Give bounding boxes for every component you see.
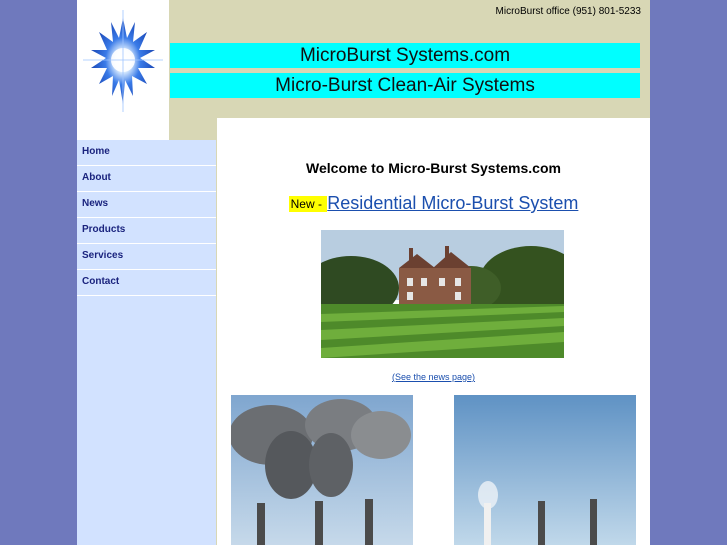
site-title-banner: MicroBurst Systems.com — [170, 43, 640, 68]
main-content: Welcome to Micro-Burst Systems.com New -… — [217, 118, 650, 545]
nav-item-services[interactable]: Services — [77, 244, 216, 270]
smokestacks-photo-left — [231, 395, 413, 545]
site-subtitle-banner: Micro-Burst Clean-Air Systems — [170, 73, 640, 98]
nav-item-home[interactable]: Home — [77, 140, 216, 166]
logo-area — [77, 0, 169, 140]
nav-item-about[interactable]: About — [77, 166, 216, 192]
nav-item-contact[interactable]: Contact — [77, 270, 216, 296]
welcome-heading: Welcome to Micro-Burst Systems.com — [306, 160, 561, 176]
house-photo[interactable] — [321, 230, 564, 358]
starburst-logo-icon[interactable] — [77, 0, 169, 140]
smokestacks-photo-right — [454, 395, 636, 545]
nav-item-products[interactable]: Products — [77, 218, 216, 244]
nav-item-news[interactable]: News — [77, 192, 216, 218]
headline-row: New - Residential Micro-Burst System — [217, 193, 650, 214]
office-phone: MicroBurst office (951) 801-5233 — [495, 6, 641, 17]
see-news-link[interactable]: (See the news page) — [217, 372, 650, 382]
new-badge: New - — [288, 195, 328, 212]
sidebar-nav: Home About News Products Services Contac… — [77, 140, 216, 545]
residential-system-link[interactable]: Residential Micro-Burst System — [327, 193, 578, 213]
page-frame: MicroBurst office (951) 801-5233 MicroBu… — [77, 0, 650, 545]
